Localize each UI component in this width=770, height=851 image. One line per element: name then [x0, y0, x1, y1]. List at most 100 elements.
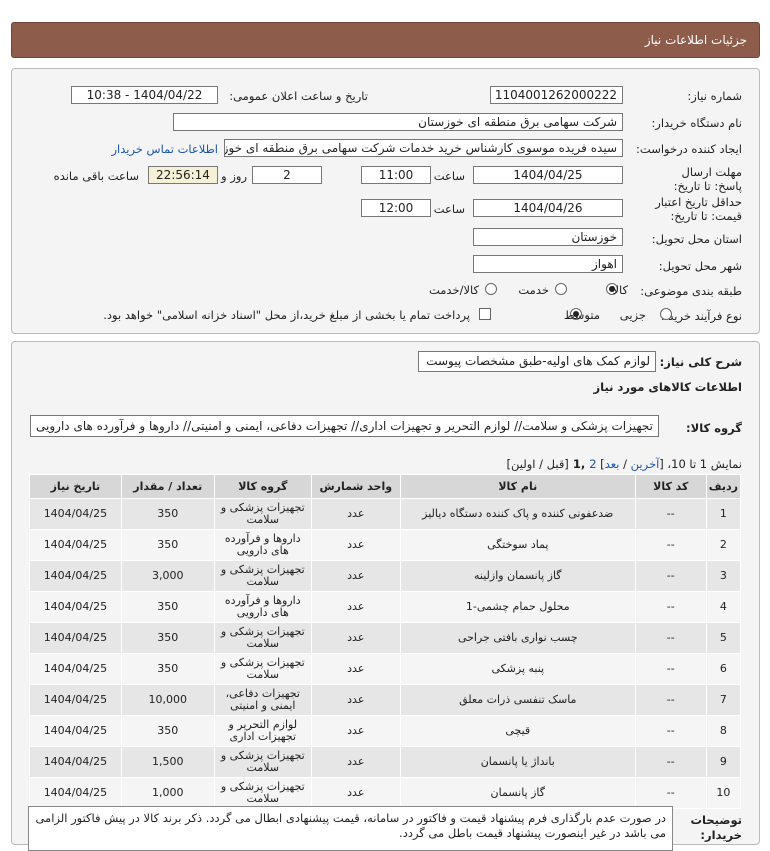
goods-table: ردیف کد کالا نام کالا واحد شمارش گروه کا…: [29, 474, 742, 809]
treasury-bonds-checkbox[interactable]: [479, 308, 491, 320]
need-no-field[interactable]: 1104001262000222: [490, 86, 623, 104]
cell-code: --: [634, 684, 707, 716]
cell-row: 7: [705, 684, 742, 716]
cell-name: بانداژ یا پانسمان: [399, 746, 636, 778]
cell-date: 1404/04/25: [29, 529, 122, 561]
creator-field[interactable]: سیده فریده موسوی کارشناس خرید خدمات شرکت…: [224, 139, 623, 157]
cell-name: گاز پانسمان: [399, 777, 636, 809]
cell-unit: عدد: [310, 529, 401, 561]
city-label: شهر محل تحویل:: [658, 259, 742, 273]
cell-code: --: [634, 560, 707, 592]
cell-row: 9: [705, 746, 742, 778]
buyer-label: نام دستگاه خریدار:: [651, 116, 742, 130]
cell-name: چسب نواری بافتی جراحی: [399, 622, 636, 654]
cell-group: داروها و فرآورده های دارویی: [213, 529, 312, 561]
cell-date: 1404/04/25: [29, 777, 122, 809]
col-group: گروه کالا: [213, 474, 312, 499]
cell-date: 1404/04/25: [29, 498, 122, 530]
cell-unit: عدد: [310, 653, 401, 685]
col-row: ردیف: [705, 474, 742, 499]
cell-row: 1: [705, 498, 742, 530]
process-radio-minor[interactable]: [660, 308, 672, 320]
cell-row: 5: [705, 622, 742, 654]
cell-unit: عدد: [310, 560, 401, 592]
table-row: 4 -- محلول حمام چشمی-1 عدد داروها و فرآورده …: [29, 591, 742, 623]
buyer-notes: در صورت عدم بارگذاری فرم پیشنهاد قیمت و …: [28, 806, 673, 851]
cell-group: تجهیزات پزشکی و سلامت: [213, 498, 312, 530]
goods-info-title: اطلاعات کالاهای مورد نیاز: [593, 380, 742, 394]
cell-date: 1404/04/25: [29, 591, 122, 623]
page-header: جزئیات اطلاعات نیاز: [11, 22, 760, 58]
category-option-both: کالا/خدمت: [428, 283, 479, 297]
cell-group: لوازم التحریر و تجهیزات اداری: [213, 715, 312, 747]
cell-qty: 350: [120, 715, 215, 747]
city-field[interactable]: اهواز: [473, 255, 623, 273]
cell-row: 10: [705, 777, 742, 809]
cell-code: --: [634, 591, 707, 623]
cell-row: 4: [705, 591, 742, 623]
cell-qty: 350: [120, 498, 215, 530]
pagination-prefix: نمایش 1 تا 10، [: [659, 457, 742, 471]
cell-unit: عدد: [310, 684, 401, 716]
category-option-goods: کالا: [612, 283, 628, 297]
table-row: 1 -- ضدعفونی کننده و پاک کننده دستگاه دیال…: [29, 498, 742, 530]
cell-unit: عدد: [310, 591, 401, 623]
pagination-gap: ]: [596, 457, 605, 471]
cell-row: 8: [705, 715, 742, 747]
col-date: تاریخ نیاز: [29, 474, 122, 499]
cell-date: 1404/04/25: [29, 622, 122, 654]
cell-group: تجهیزات پزشکی و سلامت: [213, 622, 312, 654]
pagination-page-2[interactable]: 2: [589, 457, 596, 471]
days-label: روز و: [221, 169, 247, 183]
category-label: طبقه بندی موضوعی:: [640, 284, 742, 298]
cell-name: محلول حمام چشمی-1: [399, 591, 636, 623]
category-option-service: خدمت: [518, 283, 549, 297]
cell-code: --: [634, 529, 707, 561]
announce-label: تاریخ و ساعت اعلان عمومی:: [229, 89, 368, 103]
days-field[interactable]: 2: [252, 166, 322, 184]
cell-row: 6: [705, 653, 742, 685]
table-row: 5 -- چسب نواری بافتی جراحی عدد تجهیزات پزشکی…: [29, 622, 742, 654]
cell-row: 3: [705, 560, 742, 592]
notes-label: توضیحات خریدار:: [690, 813, 743, 842]
buyer-field[interactable]: شرکت سهامی برق منطقه ای خوزستان: [173, 113, 623, 131]
table-row: 9 -- بانداژ یا پانسمان عدد تجهیزات پزشکی و س…: [29, 746, 742, 778]
category-radio-service[interactable]: [555, 283, 567, 295]
cell-group: تجهیزات پزشکی و سلامت: [213, 746, 312, 778]
province-field[interactable]: خوزستان: [473, 228, 623, 246]
cell-qty: 350: [120, 529, 215, 561]
table-row: 8 -- قیچی عدد لوازم التحریر و تجهیزات اداری 3…: [29, 715, 742, 747]
cell-qty: 1,000: [120, 777, 215, 809]
page-title: جزئیات اطلاعات نیاز: [644, 33, 747, 47]
process-label: نوع فرآیند خرید :: [660, 309, 742, 323]
goods-group-field[interactable]: تجهیزات پزشکی و سلامت// لوازم التحریر و …: [30, 415, 659, 437]
category-radio-both[interactable]: [485, 283, 497, 295]
payment-note: پرداخت تمام یا بخشی از مبلغ خرید،از محل …: [103, 308, 470, 322]
pagination-next-link[interactable]: بعد: [605, 457, 620, 471]
cell-code: --: [634, 746, 707, 778]
announce-field[interactable]: 1404/04/22 - 10:38: [71, 86, 218, 104]
pagination-suffix: [قبل / اولین]: [506, 457, 569, 471]
need-no-label: شماره نیاز:: [687, 89, 742, 103]
pagination-page-1: ,1: [568, 457, 590, 471]
cell-row: 2: [705, 529, 742, 561]
pagination: نمایش 1 تا 10، [آخرین / بعد] 2 ,1 [قبل /…: [506, 457, 742, 471]
contact-buyer-link[interactable]: اطلاعات تماس خریدار: [111, 142, 218, 156]
deadline-date-field[interactable]: 1404/04/25: [473, 166, 623, 184]
cell-qty: 350: [120, 622, 215, 654]
table-row: 6 -- پنبه پزشکی عدد تجهیزات پزشکی و سلامت 350…: [29, 653, 742, 685]
cell-group: داروها و فرآورده های دارویی: [213, 591, 312, 623]
pagination-last-link[interactable]: آخرین: [631, 457, 660, 471]
validity-time-field[interactable]: 12:00: [361, 199, 431, 217]
cell-unit: عدد: [310, 622, 401, 654]
goods-group-label: گروه کالا:: [686, 421, 742, 435]
validity-date-field[interactable]: 1404/04/26: [473, 199, 623, 217]
cell-unit: عدد: [310, 777, 401, 809]
summary-field[interactable]: لوازم کمک های اولیه-طبق مشخصات پیوست: [418, 351, 656, 372]
cell-name: پماد سوختگی: [399, 529, 636, 561]
cell-date: 1404/04/25: [29, 715, 122, 747]
col-name: نام کالا: [399, 474, 636, 499]
table-row: 10 -- گاز پانسمان عدد تجهیزات پزشکی و سلامت 1…: [29, 777, 742, 809]
deadline-time-field[interactable]: 11:00: [361, 166, 431, 184]
table-row: 2 -- پماد سوختگی عدد داروها و فرآورده های دا…: [29, 529, 742, 561]
